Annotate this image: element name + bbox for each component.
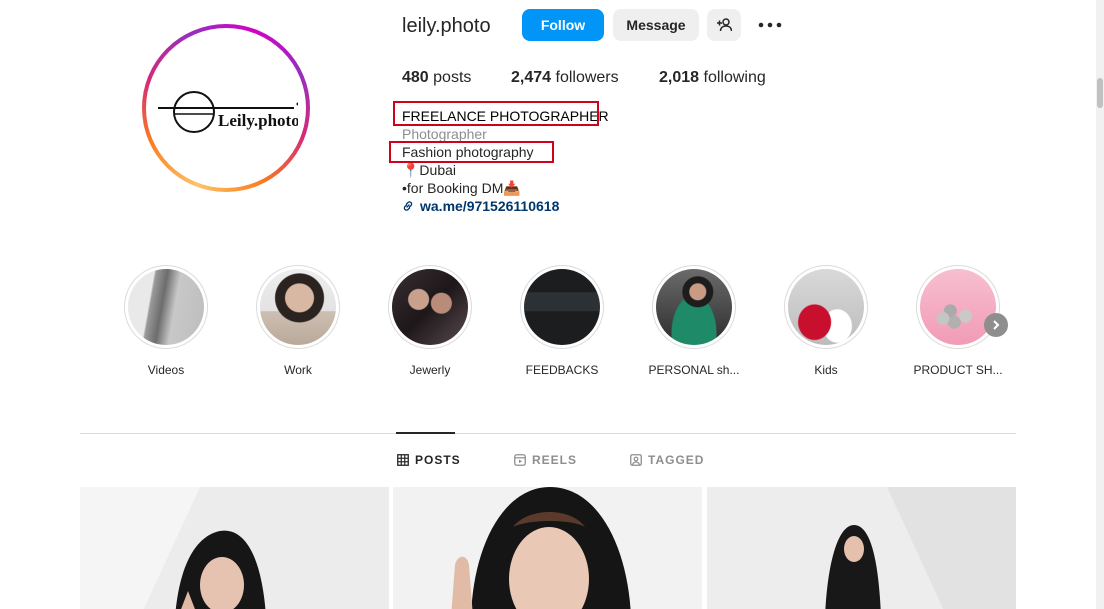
highlight-jewerly[interactable]: Jewerly [388, 265, 472, 377]
tab-tagged[interactable]: TAGGED [630, 453, 704, 467]
tab-tagged-label: TAGGED [648, 453, 705, 467]
add-user-icon [717, 18, 732, 32]
link-icon [403, 201, 413, 211]
highlight-label: Videos [147, 363, 185, 377]
scrollbar-thumb[interactable] [1097, 78, 1103, 108]
tab-reels-label: REELS [532, 453, 578, 467]
highlight-label: PERSONAL sh... [648, 363, 740, 377]
highlights-next-button[interactable] [984, 313, 1008, 337]
followers-stat[interactable]: 2,474 followers [511, 69, 619, 87]
profile-username: leily.photo [402, 15, 491, 37]
follow-button[interactable]: Follow [522, 9, 604, 41]
following-stat[interactable]: 2,018 following [659, 69, 766, 87]
bio-line-3: •for Booking DM📥 [402, 180, 521, 196]
posts-label: posts [433, 69, 472, 86]
posts-count: 480 [402, 69, 429, 86]
suggest-user-button[interactable] [707, 9, 741, 41]
highlight-kids[interactable]: Kids [784, 265, 868, 377]
highlight-ring [916, 265, 1000, 349]
highlight-cover [128, 269, 204, 345]
highlight-cover [788, 269, 864, 345]
profile-avatar[interactable]: Leily.photo [142, 24, 310, 192]
highlight-work[interactable]: Work [256, 265, 340, 377]
highlight-ring [784, 265, 868, 349]
post-thumbnail[interactable] [80, 487, 389, 609]
following-label: following [703, 69, 766, 86]
highlight-label: PRODUCT SH... [913, 363, 1003, 377]
highlight-ring [256, 265, 340, 349]
posts-stat: 480 posts [402, 69, 471, 87]
tab-posts[interactable]: POSTS [397, 453, 461, 467]
highlight-cover [920, 269, 996, 345]
following-count: 2,018 [659, 69, 700, 86]
annotation-box-fashion [389, 141, 554, 163]
highlight-videos[interactable]: Videos [124, 265, 208, 377]
bio-line-2: 📍Dubai [402, 162, 457, 178]
highlight-ring [652, 265, 736, 349]
post-image [707, 487, 1016, 609]
highlight-label: Kids [814, 363, 838, 377]
tab-posts-label: POSTS [415, 453, 461, 467]
reels-icon [514, 454, 526, 466]
tab-reels[interactable]: REELS [514, 453, 577, 467]
highlight-ring [388, 265, 472, 349]
post-thumbnail[interactable] [393, 487, 702, 609]
leily-photo-logo: Leily.photo [158, 91, 298, 133]
highlight-cover [260, 269, 336, 345]
post-image [80, 487, 389, 609]
followers-label: followers [555, 69, 619, 86]
highlight-ring [520, 265, 604, 349]
highlight-feedbacks[interactable]: FEEDBACKS [520, 265, 604, 377]
post-image [393, 487, 702, 609]
tabs-divider [80, 433, 1016, 434]
highlight-label: Work [284, 363, 312, 377]
highlight-cover [524, 269, 600, 345]
grid-icon [397, 454, 409, 466]
post-thumbnail[interactable] [707, 487, 1016, 609]
avatar-inner: Leily.photo [146, 28, 306, 188]
page-scrollbar[interactable] [1096, 0, 1104, 609]
bio-link-text[interactable]: wa.me/971526110618 [420, 197, 559, 215]
highlight-label: FEEDBACKS [525, 363, 599, 377]
message-button[interactable]: Message [613, 9, 699, 41]
more-options-icon[interactable] [756, 13, 784, 37]
active-tab-indicator [396, 432, 455, 434]
chevron-right-icon [993, 320, 1000, 330]
tagged-icon [630, 454, 642, 466]
logo-text: Leily.photo [218, 111, 298, 130]
followers-count: 2,474 [511, 69, 552, 86]
highlight-label: Jewerly [409, 363, 451, 377]
highlight-personal[interactable]: PERSONAL sh... [649, 265, 739, 377]
bio-link[interactable]: wa.me/971526110618 [402, 197, 609, 215]
highlight-cover [656, 269, 732, 345]
highlight-ring [124, 265, 208, 349]
highlight-cover [392, 269, 468, 345]
annotation-box-title [393, 101, 599, 126]
